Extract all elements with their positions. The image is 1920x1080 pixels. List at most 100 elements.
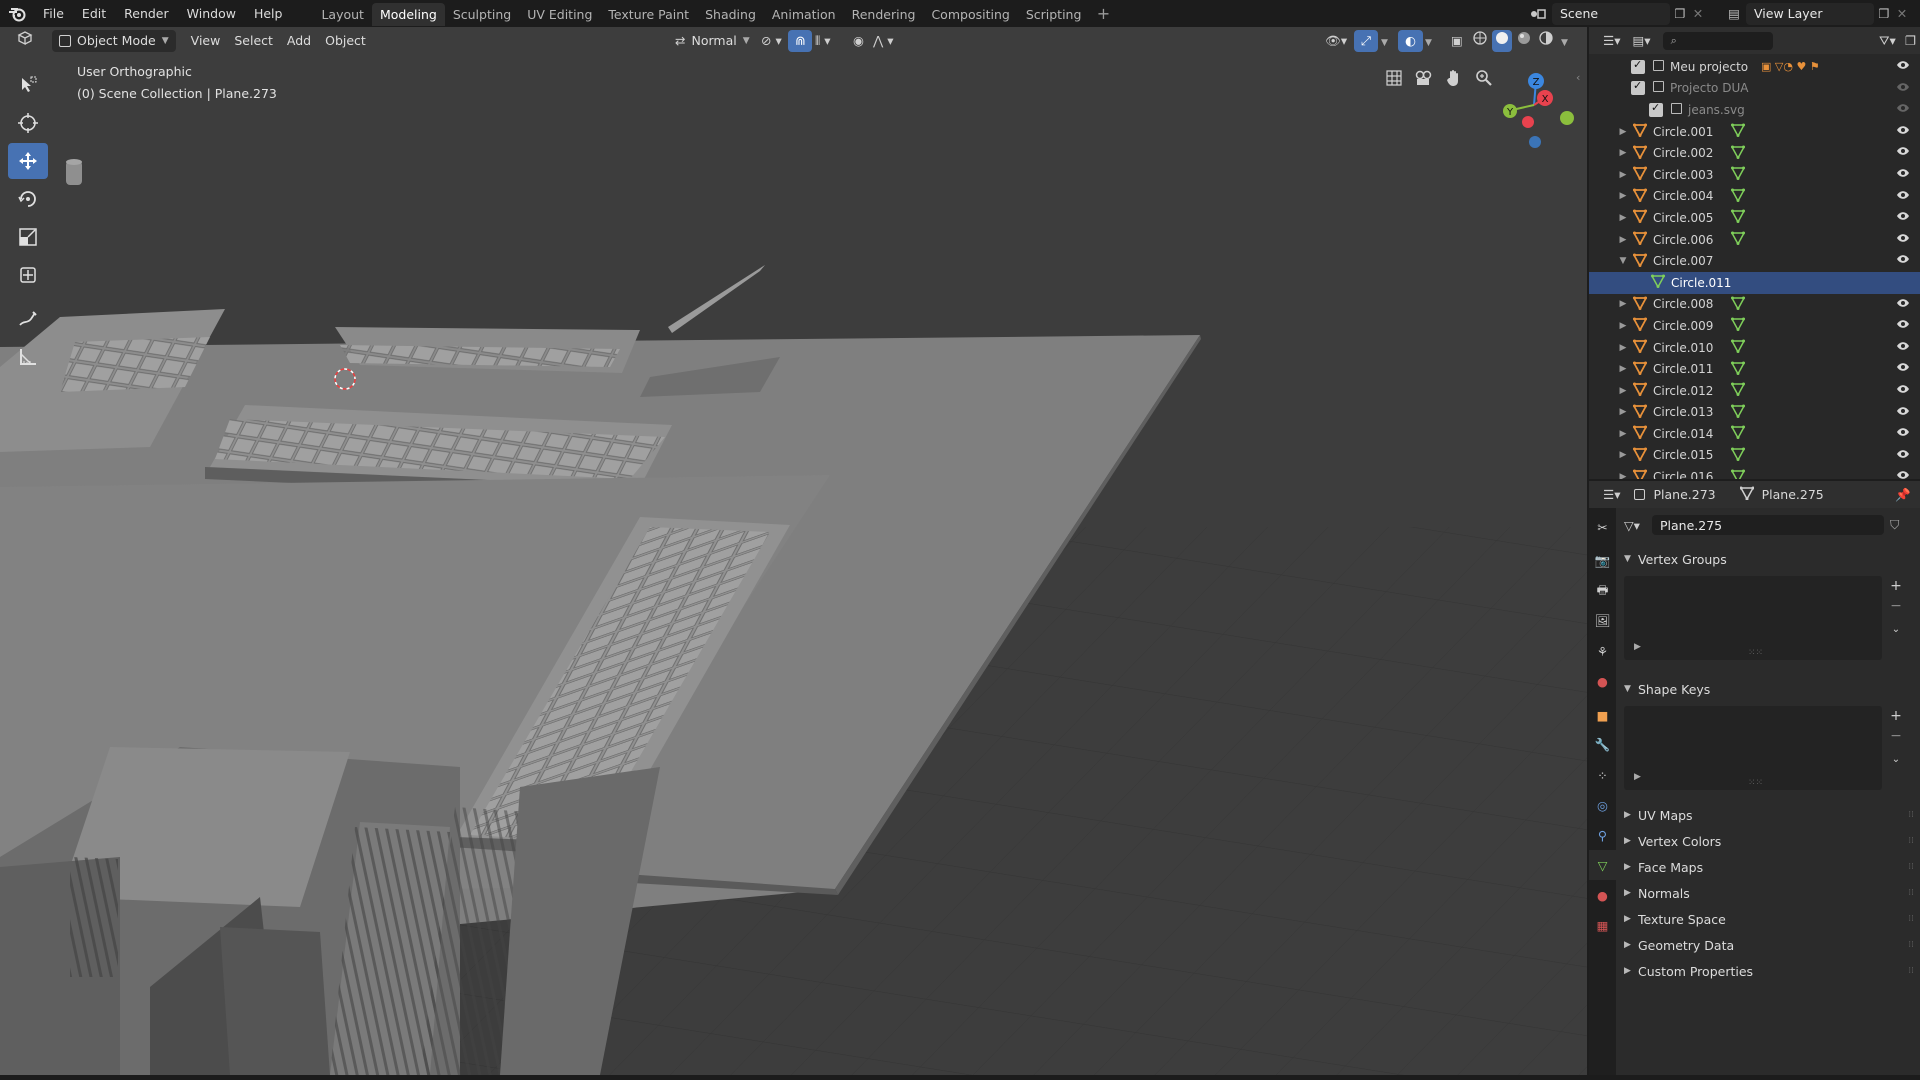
outliner-object-row[interactable]: Circle.011: [1589, 271, 1920, 294]
visibility-eye-icon[interactable]: [1896, 232, 1910, 246]
visibility-selectability-icon[interactable]: 👁▾: [1318, 30, 1354, 52]
menu-window[interactable]: Window: [178, 0, 245, 27]
tool-tab-icon[interactable]: ✂: [1589, 512, 1616, 542]
physics-tab-icon[interactable]: ◎: [1589, 790, 1616, 820]
exclude-checkbox[interactable]: ✓: [1631, 58, 1645, 74]
list-expand-icon[interactable]: ▶: [1634, 642, 1641, 652]
expand-arrow-icon[interactable]: ▶: [1617, 407, 1629, 417]
cursor-tool-icon[interactable]: [8, 105, 48, 141]
visibility-eye-icon[interactable]: [1896, 383, 1910, 397]
shape-keys-list[interactable]: ▶ ⁙⁙: [1624, 706, 1882, 790]
shading-dropdown-icon[interactable]: ▼: [1558, 30, 1571, 52]
pin-icon[interactable]: 📌: [1895, 487, 1911, 503]
outliner-object-row[interactable]: ▶ Circle.012: [1589, 380, 1920, 402]
outliner-collection-row[interactable]: ✓ jeans.svg: [1589, 99, 1920, 121]
expand-arrow-icon[interactable]: ▶: [1617, 364, 1629, 374]
panel-uv-maps[interactable]: ▶ UV Maps ⁞⁞: [1616, 802, 1920, 828]
panel-drag-grip[interactable]: ⁞⁞: [1908, 940, 1914, 950]
outliner-object-row[interactable]: ▶ Circle.010: [1589, 337, 1920, 359]
remove-vertex-group-button[interactable]: −: [1886, 596, 1906, 616]
panel-drag-grip[interactable]: ⁞⁞: [1908, 914, 1914, 924]
tab-modeling[interactable]: Modeling: [371, 3, 445, 26]
visibility-eye-icon[interactable]: [1896, 210, 1910, 224]
visibility-eye-icon[interactable]: [1896, 253, 1910, 267]
outliner-object-row[interactable]: ▶ Circle.009: [1589, 315, 1920, 337]
remove-scene-icon[interactable]: ✕: [1690, 6, 1706, 21]
list-resize-grip[interactable]: ⁙⁙: [1748, 648, 1763, 658]
visibility-eye-icon[interactable]: [1896, 102, 1910, 116]
tab-layout[interactable]: Layout: [313, 3, 372, 26]
exclude-checkbox[interactable]: ✓: [1631, 79, 1645, 96]
scene-tab-icon[interactable]: ⚘: [1589, 636, 1616, 666]
list-resize-grip[interactable]: ⁙⁙: [1748, 778, 1763, 788]
panel-vertex-colors[interactable]: ▶ Vertex Colors ⁞⁞: [1616, 828, 1920, 854]
viewport-menu-add[interactable]: Add: [280, 30, 318, 52]
viewport-menu-select[interactable]: Select: [227, 30, 280, 52]
navigation-gizmo[interactable]: Z X Y: [1488, 65, 1587, 155]
pan-view-icon[interactable]: [1440, 64, 1468, 92]
measure-tool-icon[interactable]: [8, 339, 48, 375]
object-mode-dropdown[interactable]: Object Mode ▼: [52, 30, 176, 52]
constraints-tab-icon[interactable]: ⚲: [1589, 820, 1616, 850]
tab-compositing[interactable]: Compositing: [923, 3, 1017, 26]
outliner-object-row[interactable]: ▶ Circle.002: [1589, 142, 1920, 164]
vertex-groups-header[interactable]: ▼ Vertex Groups: [1616, 546, 1920, 572]
viewport-menu-view[interactable]: View: [184, 30, 228, 52]
menu-help[interactable]: Help: [245, 0, 292, 27]
remove-shape-key-button[interactable]: −: [1886, 726, 1906, 746]
object-tab-icon[interactable]: ■: [1589, 700, 1616, 730]
tab-uv-editing[interactable]: UV Editing: [519, 3, 600, 26]
editor-type-icon[interactable]: [10, 30, 42, 52]
view-layer-icon[interactable]: ▤: [1722, 6, 1746, 21]
panel-face-maps[interactable]: ▶ Face Maps ⁞⁞: [1616, 854, 1920, 880]
3d-viewport[interactable]: Object Mode ▼ View Select Add Object ⇄ N…: [0, 27, 1587, 1075]
transform-tool-icon[interactable]: [8, 257, 48, 293]
outliner-collection-row[interactable]: ✓ Meu projecto ▣ ▽◔ ♥ ⚑: [1589, 56, 1920, 78]
wireframe-shading-icon[interactable]: [1470, 30, 1490, 52]
outliner-object-row[interactable]: ▶ Circle.011: [1589, 358, 1920, 380]
panel-drag-grip[interactable]: ⁞⁞: [1908, 862, 1914, 872]
visibility-eye-icon[interactable]: [1896, 59, 1910, 73]
mesh-browse-icon[interactable]: ▽▾: [1624, 518, 1652, 533]
visibility-eye-icon[interactable]: [1896, 297, 1910, 311]
world-tab-icon[interactable]: ●: [1589, 666, 1616, 696]
rendered-shading-icon[interactable]: [1536, 30, 1556, 52]
new-scene-icon[interactable]: ❐: [1670, 6, 1690, 21]
scene-icon[interactable]: [1524, 7, 1552, 21]
expand-arrow-icon[interactable]: ▶: [1617, 191, 1629, 201]
visibility-eye-icon[interactable]: [1896, 81, 1910, 95]
tab-animation[interactable]: Animation: [764, 3, 844, 26]
add-vertex-group-button[interactable]: +: [1886, 576, 1906, 596]
outliner-object-row[interactable]: ▶ Circle.003: [1589, 164, 1920, 186]
tab-scripting[interactable]: Scripting: [1018, 3, 1090, 26]
panel-drag-grip[interactable]: ⁞⁞: [1908, 836, 1914, 846]
view-layer-tab-icon[interactable]: 🖼: [1589, 606, 1616, 636]
outliner-object-row[interactable]: ▶ Circle.001: [1589, 121, 1920, 143]
shape-keys-header[interactable]: ▼ Shape Keys: [1616, 676, 1920, 702]
outliner-object-row[interactable]: ▶ Circle.006: [1589, 229, 1920, 251]
visibility-eye-icon[interactable]: [1896, 361, 1910, 375]
panel-normals[interactable]: ▶ Normals ⁞⁞: [1616, 880, 1920, 906]
expand-arrow-icon[interactable]: ▶: [1617, 148, 1629, 158]
expand-arrow-icon[interactable]: ▶: [1617, 321, 1629, 331]
visibility-eye-icon[interactable]: [1896, 318, 1910, 332]
expand-arrow-icon[interactable]: ▶: [1617, 299, 1629, 309]
move-tool-icon[interactable]: [8, 143, 48, 179]
remove-view-layer-icon[interactable]: ✕: [1894, 6, 1910, 21]
menu-render[interactable]: Render: [115, 0, 178, 27]
tab-sculpting[interactable]: Sculpting: [445, 3, 519, 26]
new-collection-icon[interactable]: ❐: [1905, 33, 1916, 48]
expand-arrow-icon[interactable]: ▶: [1617, 429, 1629, 439]
visibility-eye-icon[interactable]: [1896, 340, 1910, 354]
add-workspace-button[interactable]: +: [1093, 4, 1113, 24]
particles-tab-icon[interactable]: ⁘: [1589, 760, 1616, 790]
tab-shading[interactable]: Shading: [697, 3, 764, 26]
transform-orientation-dropdown[interactable]: ⇄ Normal ▼: [668, 30, 757, 52]
menu-file[interactable]: File: [34, 0, 73, 27]
output-tab-icon[interactable]: 🖶: [1589, 576, 1616, 606]
expand-arrow-icon[interactable]: ▶: [1617, 386, 1629, 396]
rotate-tool-icon[interactable]: [8, 181, 48, 217]
gizmo-dropdown-icon[interactable]: ▼: [1374, 30, 1395, 52]
zoom-view-icon[interactable]: [1470, 64, 1498, 92]
outliner-collection-row[interactable]: ✓ Projecto DUA: [1589, 78, 1920, 100]
